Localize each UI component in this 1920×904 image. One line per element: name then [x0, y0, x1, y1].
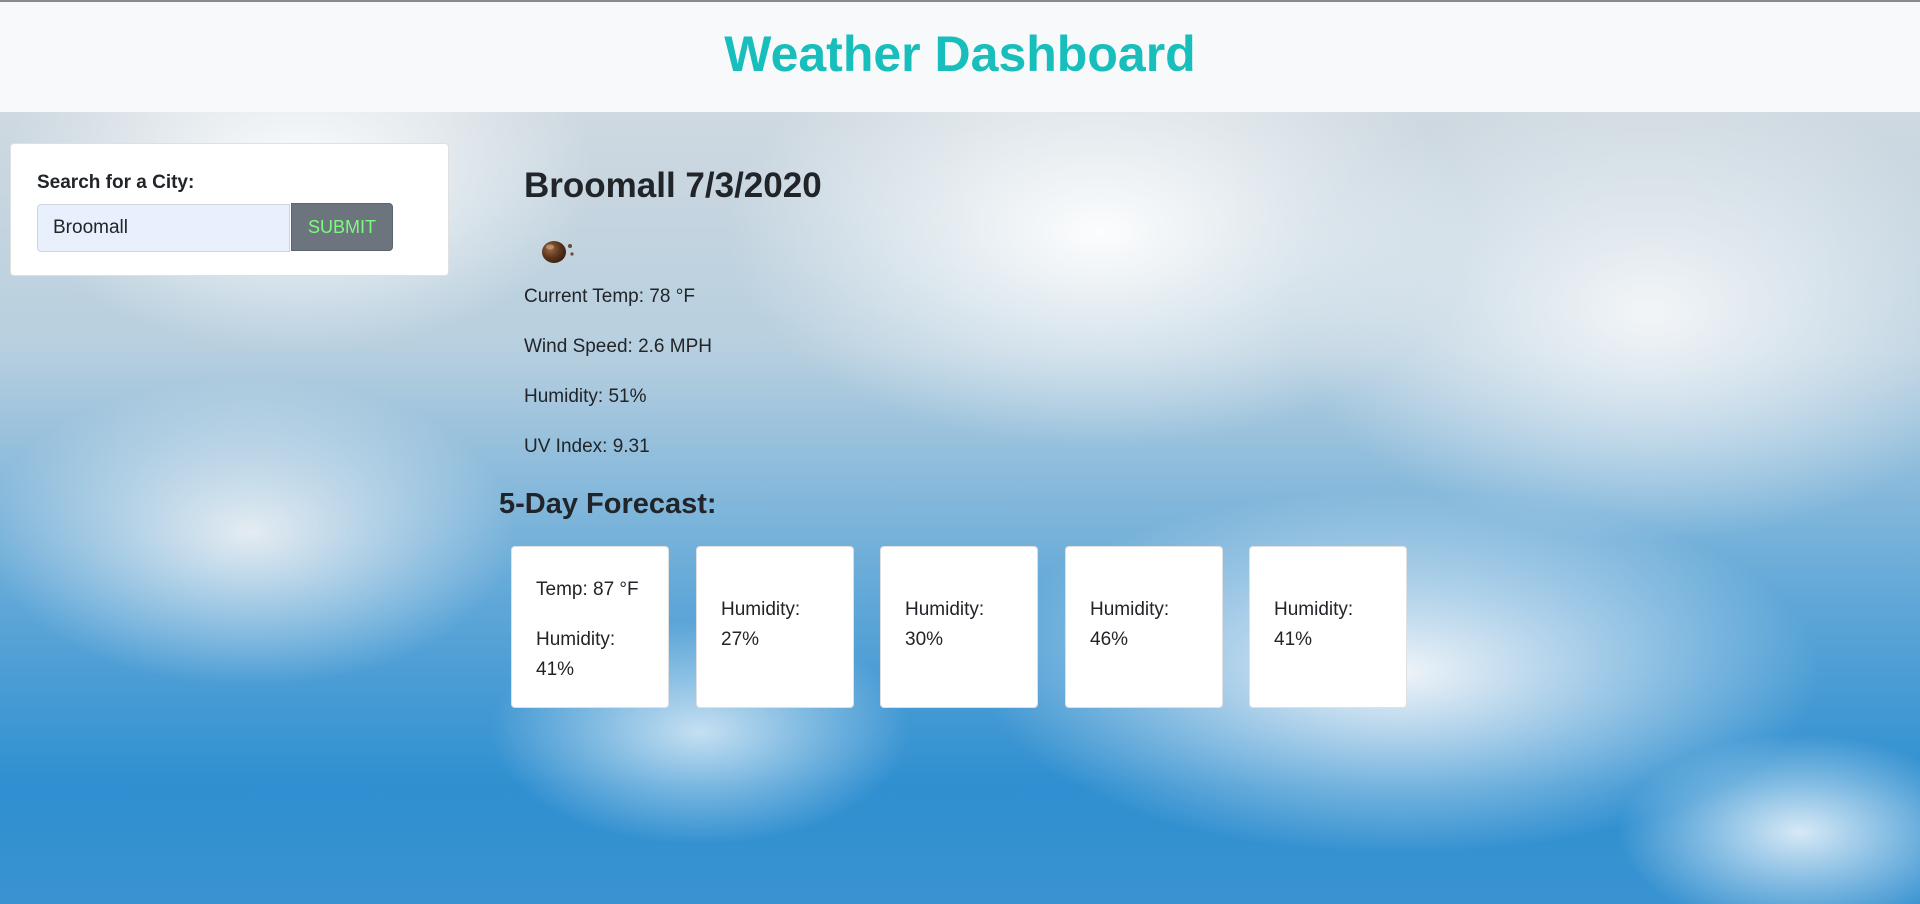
forecast-humidity: Humidity: 46% — [1090, 599, 1170, 650]
header-bar: Weather Dashboard — [0, 0, 1920, 112]
forecast-humidity: Humidity: 41% — [536, 629, 616, 680]
search-card: Search for a City: SUBMIT — [10, 143, 449, 276]
current-city-heading: Broomall 7/3/2020 — [524, 166, 822, 205]
forecast-card: Temp: 87 °F Humidity: 41% — [511, 546, 669, 708]
search-label: Search for a City: — [37, 172, 195, 193]
forecast-card: Humidity: 30% — [880, 546, 1038, 708]
submit-button[interactable]: SUBMIT — [291, 203, 393, 251]
forecast-humidity: Humidity: 41% — [1274, 599, 1354, 650]
forecast-humidity: Humidity: 30% — [905, 599, 985, 650]
uv-index: UV Index: 9.31 — [524, 436, 650, 457]
forecast-humidity: Humidity: 27% — [721, 599, 801, 650]
forecast-temp: Temp: 87 °F — [536, 579, 639, 600]
wind-speed: Wind Speed: 2.6 MPH — [524, 336, 712, 357]
page-title: Weather Dashboard — [724, 26, 1196, 82]
forecast-card: Humidity: 27% — [696, 546, 854, 708]
forecast-title: 5-Day Forecast: — [499, 488, 717, 520]
rain-drop-icon — [542, 241, 574, 263]
city-search-input[interactable] — [37, 204, 290, 252]
current-temp: Current Temp: 78 °F — [524, 286, 695, 307]
forecast-card: Humidity: 46% — [1065, 546, 1223, 708]
current-humidity: Humidity: 51% — [524, 386, 647, 407]
forecast-card: Humidity: 41% — [1249, 546, 1407, 708]
